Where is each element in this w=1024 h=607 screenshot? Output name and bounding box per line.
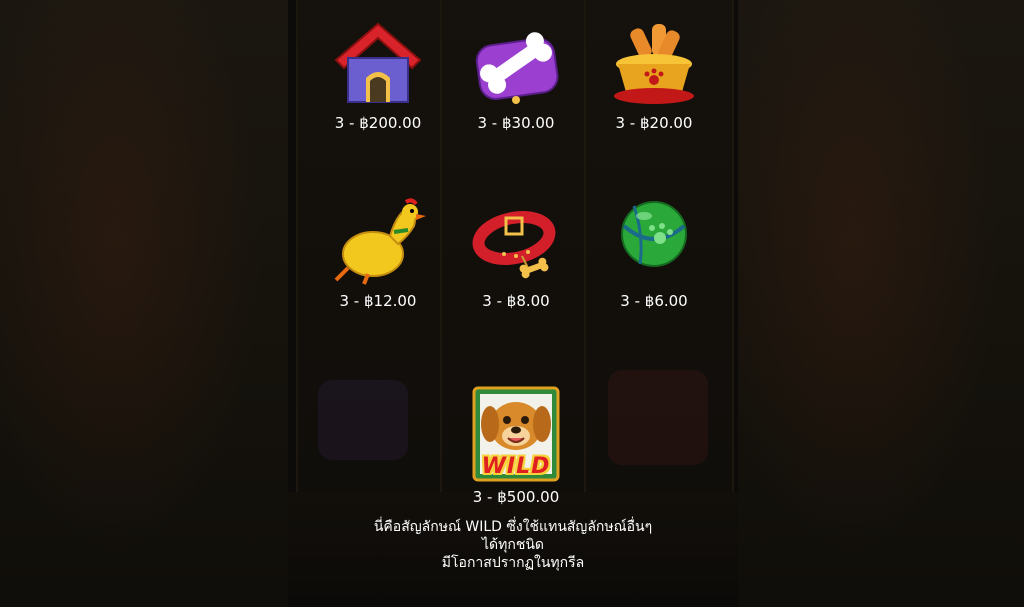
dog-collar-icon <box>466 196 566 286</box>
wild-badge: WILD <box>481 454 551 479</box>
payout-label: 3 - ฿200.00 <box>334 114 422 132</box>
payout-label: 3 - ฿12.00 <box>339 292 417 310</box>
wild-description: นี่คือสัญลักษณ์ WILD ซึ่งใช้แทนสัญลักษณ์… <box>288 518 738 572</box>
payout-label: 3 - ฿20.00 <box>615 114 693 132</box>
payout-label: 3 - ฿30.00 <box>477 114 555 132</box>
wild-dog-icon: WILD <box>468 384 564 484</box>
symbol-rubber-chicken: 3 - ฿12.00 <box>318 196 438 310</box>
ghost-symbol <box>608 370 708 465</box>
description-line: มีโอกาสปรากฏในทุกรีล <box>441 555 585 571</box>
wild-payout-label: 3 - ฿500.00 <box>472 488 560 506</box>
ghost-symbol <box>318 380 408 460</box>
background-right <box>738 0 1024 607</box>
payout-label: 3 - ฿6.00 <box>620 292 688 310</box>
symbol-dog-collar: 3 - ฿8.00 <box>456 196 576 310</box>
description-line: นี่คือสัญลักษณ์ WILD ซึ่งใช้แทนสัญลักษณ์… <box>373 519 653 535</box>
background-left <box>0 0 288 607</box>
symbol-dog-house: 3 - ฿200.00 <box>318 18 438 132</box>
symbol-ball: 3 - ฿6.00 <box>594 196 714 310</box>
symbol-wild: WILD 3 - ฿500.00 <box>456 384 576 506</box>
rubber-chicken-icon <box>328 196 428 286</box>
symbol-bone-pillow: 3 - ฿30.00 <box>456 18 576 132</box>
symbol-dog-bowl: 3 - ฿20.00 <box>594 18 714 132</box>
bone-pillow-icon <box>466 18 566 108</box>
ball-icon <box>604 196 704 286</box>
payout-label: 3 - ฿8.00 <box>482 292 550 310</box>
dog-bowl-icon <box>604 18 704 108</box>
dog-house-icon <box>328 18 428 108</box>
description-line: ได้ทุกชนิด <box>481 537 544 553</box>
